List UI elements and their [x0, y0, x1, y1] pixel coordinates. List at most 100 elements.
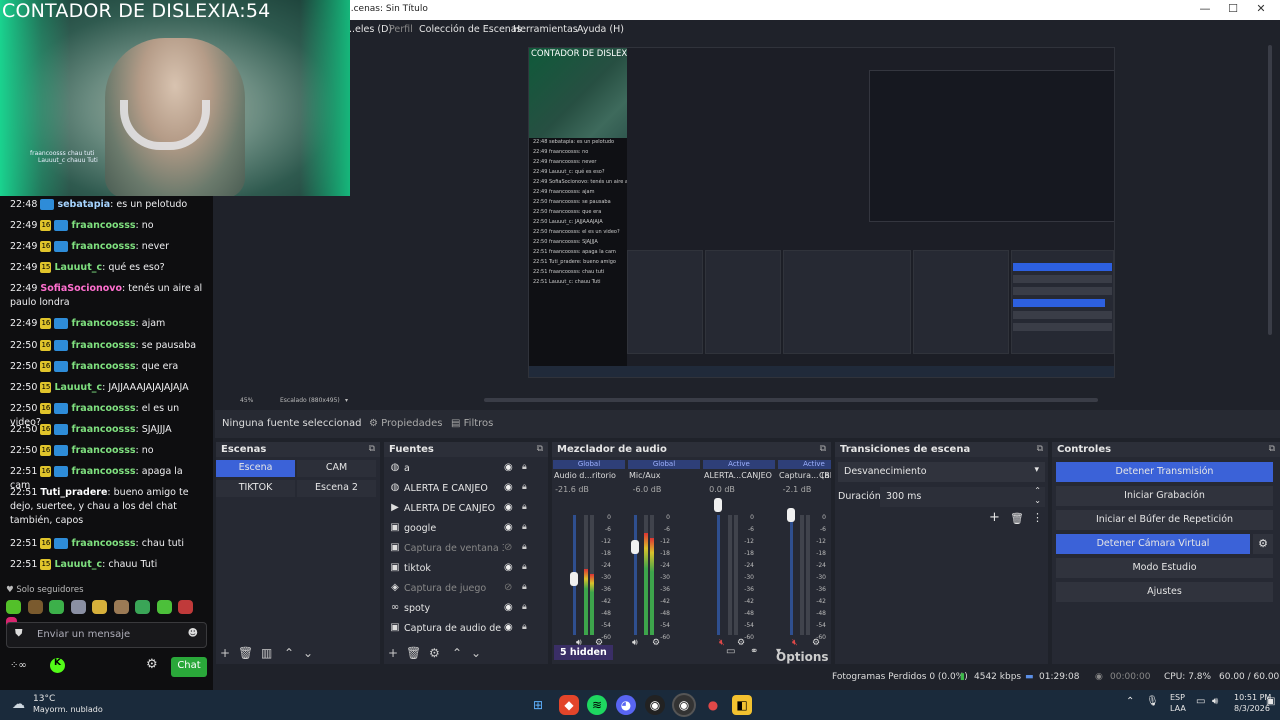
tray-expand-icon[interactable]: ⌃ — [1126, 696, 1134, 707]
visibility-icon[interactable]: ◉ — [504, 482, 513, 493]
source-item[interactable]: ▣ Captura de audio de apli◉ 🔒︎ — [384, 619, 544, 639]
source-item[interactable]: ▣ Captura de ventana 3 ⊘ 🔒︎ — [384, 539, 544, 559]
volume-slider-track[interactable] — [717, 515, 720, 635]
menu-coleccion-escenas[interactable]: Colección de Escenas — [419, 24, 522, 35]
minimize-button[interactable]: — — [1195, 2, 1215, 15]
network-icon[interactable]: ▭ — [1196, 696, 1205, 707]
remove-transition-icon[interactable]: 🗑 — [1010, 512, 1024, 525]
emote[interactable] — [6, 600, 21, 614]
menu-perfil[interactable]: Perfil — [389, 24, 413, 35]
hidden-icon[interactable]: ⊘ — [504, 542, 512, 553]
properties-button[interactable]: ⚙ Propiedades — [361, 413, 450, 435]
chat-username[interactable]: Lauuut_c — [54, 262, 102, 273]
scene-filters-icon[interactable]: ▥ — [261, 646, 272, 660]
mixer-options-button[interactable]: Options ▾ — [776, 646, 829, 664]
lock-icon[interactable]: 🔒︎ — [522, 522, 527, 532]
volume-slider-handle[interactable] — [631, 540, 639, 554]
points-icon[interactable]: ⁘∞ — [10, 660, 27, 671]
lock-icon[interactable]: 🔒︎ — [522, 542, 527, 552]
brave-icon[interactable]: ◆ — [559, 695, 579, 715]
menu-herramientas[interactable]: Herramientas — [513, 24, 578, 35]
chat-username[interactable]: fraancoosss — [71, 466, 135, 477]
emote[interactable] — [92, 600, 107, 614]
chat-username[interactable]: fraancoosss — [71, 403, 135, 414]
lock-icon[interactable]: 🔒︎ — [522, 582, 527, 592]
transition-select[interactable]: Desvanecimiento ▾ — [838, 462, 1045, 482]
emote[interactable] — [113, 600, 129, 614]
clock-date[interactable]: 8/3/2026 — [1234, 704, 1270, 713]
scene-cam[interactable]: CAM — [297, 460, 376, 477]
move-down-icon[interactable]: ⌄ — [471, 646, 481, 660]
filters-button[interactable]: ▤ Filtros — [443, 413, 501, 435]
lock-icon[interactable]: 🔒︎ — [522, 622, 527, 632]
lock-icon[interactable]: 🔒︎ — [522, 602, 527, 612]
add-scene-icon[interactable]: + — [220, 646, 230, 660]
obs-app-icon[interactable]: ◉ — [645, 695, 665, 715]
volume-slider-track[interactable] — [634, 515, 637, 635]
channel-name[interactable]: Mic/Aux — [629, 471, 701, 480]
language-indicator-2[interactable]: LAA — [1170, 704, 1186, 713]
chat-username[interactable]: Tuti_pradere — [40, 487, 107, 498]
kick-logo-icon[interactable]: K — [50, 658, 65, 673]
source-item[interactable]: ∞ spoty ◉ 🔒︎ — [384, 599, 544, 619]
channel-name[interactable]: Audio d...ritorio — [554, 471, 626, 480]
add-transition-icon[interactable]: + — [989, 510, 1000, 525]
app-icon[interactable]: ◧ — [732, 695, 752, 715]
source-item[interactable]: ◍ a ◉ 🔒︎ — [384, 459, 544, 479]
source-item[interactable]: ◈ Captura de juego ⊘ 🔒︎ — [384, 579, 544, 599]
zoom-level[interactable]: 45% — [240, 397, 253, 404]
chat-send-button[interactable]: Chat — [171, 657, 207, 677]
chat-username[interactable]: fraancoosss — [71, 538, 135, 549]
scene-tiktok[interactable]: TIKTOK — [216, 480, 295, 497]
discord-icon[interactable]: ◕ — [616, 695, 636, 715]
stepper-up-icon[interactable]: ⌃ — [1034, 486, 1041, 495]
maximize-button[interactable]: ☐ — [1223, 2, 1243, 15]
duration-input[interactable]: 300 ms ⌃ ⌄ — [880, 486, 1045, 507]
chat-input[interactable]: ⛊ Enviar un mensaje ☻ — [6, 622, 207, 648]
undock-icon[interactable]: ⧉ — [1269, 444, 1275, 454]
lock-icon[interactable]: 🔒︎ — [522, 482, 527, 492]
obs-active-icon[interactable]: ◉ — [674, 695, 694, 715]
stop-virtual-camera-button[interactable]: Detener Cámara Virtual — [1056, 534, 1250, 554]
chat-username[interactable]: Lauuut_c — [54, 559, 102, 570]
chat-username[interactable]: fraancoosss — [71, 241, 135, 252]
mixer-layout-icon[interactable]: ▭ — [726, 646, 735, 657]
chat-username[interactable]: fraancoosss — [71, 318, 135, 329]
source-item[interactable]: ▶ ALERTA DE CANJEO ◉ 🔒︎ — [384, 499, 544, 519]
menu-ayuda[interactable]: Ayuda (H) — [577, 24, 624, 35]
move-up-icon[interactable]: ⌃ — [284, 646, 294, 660]
volume-slider-handle[interactable] — [570, 572, 578, 586]
studio-mode-button[interactable]: Modo Estudio — [1056, 558, 1273, 578]
chat-username[interactable]: fraancoosss — [71, 445, 135, 456]
chat-settings-icon[interactable]: ⚙ — [146, 657, 158, 672]
volume-slider-handle[interactable] — [714, 498, 722, 512]
emote[interactable] — [178, 600, 193, 614]
source-item[interactable]: ▣ google ◉ 🔒︎ — [384, 519, 544, 539]
chat-username[interactable]: fraancoosss — [71, 424, 135, 435]
menu-paneles[interactable]: ...eles (D) — [346, 24, 392, 35]
scene-escena-2[interactable]: Escena 2 — [297, 480, 376, 497]
scale-dropdown-icon[interactable]: ▾ — [345, 397, 348, 404]
hidden-icon[interactable]: ⊘ — [504, 582, 512, 593]
move-up-icon[interactable]: ⌃ — [452, 646, 462, 660]
visibility-icon[interactable]: ◉ — [504, 562, 513, 573]
emote[interactable] — [135, 600, 150, 614]
volume-icon[interactable]: 🔊︎ — [1212, 696, 1218, 707]
add-source-icon[interactable]: + — [388, 646, 398, 660]
mic-icon[interactable]: 🎙︎ — [1146, 696, 1159, 707]
lock-icon[interactable]: 🔒︎ — [522, 502, 527, 512]
start-replay-buffer-button[interactable]: Iniciar el Búfer de Repetición — [1056, 510, 1273, 530]
hidden-channels-badge[interactable]: 5 hidden — [554, 645, 613, 660]
remove-scene-icon[interactable]: 🗑 — [238, 646, 253, 660]
source-item[interactable]: ▣ tiktok ◉ 🔒︎ — [384, 559, 544, 579]
settings-button[interactable]: Ajustes — [1056, 582, 1273, 602]
preview-horizontal-scrollbar[interactable] — [484, 398, 1098, 402]
emote[interactable] — [27, 600, 43, 614]
start-recording-button[interactable]: Iniciar Grabación — [1056, 486, 1273, 506]
chat-username[interactable]: fraancoosss — [71, 361, 135, 372]
chat-username[interactable]: Lauuut_c — [54, 382, 102, 393]
scene-escena[interactable]: Escena — [216, 460, 295, 477]
undock-icon[interactable]: ⧉ — [537, 444, 543, 454]
emote[interactable] — [49, 600, 64, 614]
undock-icon[interactable]: ⧉ — [1037, 444, 1043, 454]
